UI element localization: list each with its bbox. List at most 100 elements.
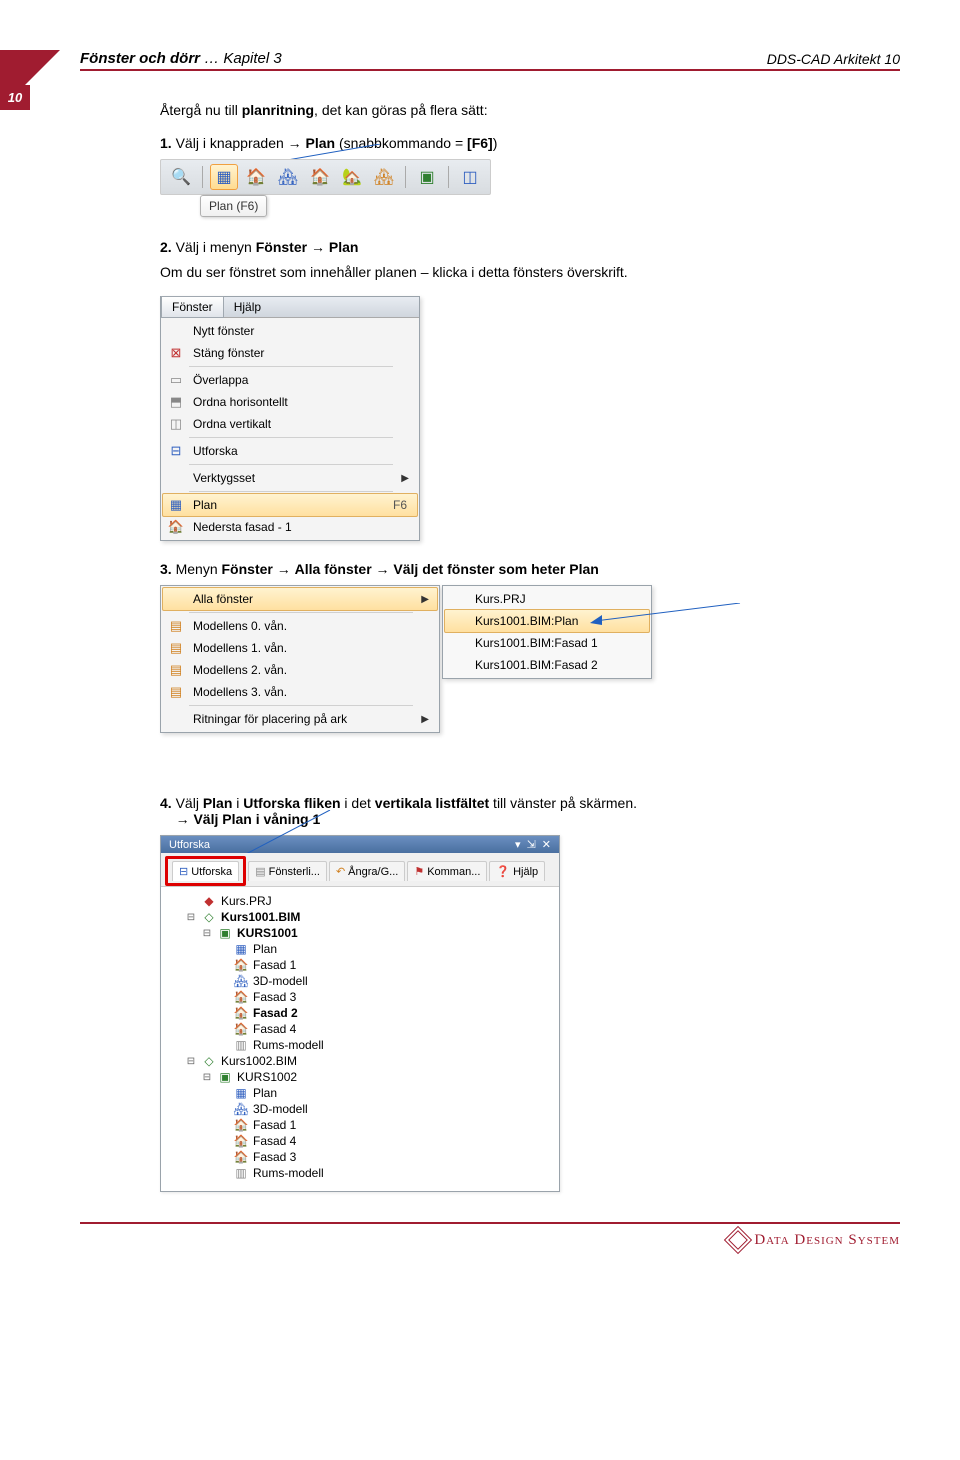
menu-item[interactable]: ▤Modellens 3. vån. xyxy=(163,681,437,703)
tree-node-label: Kurs.PRJ xyxy=(221,894,272,908)
tree-node-label: Fasad 3 xyxy=(253,1150,296,1164)
menu-item[interactable]: Alla fönster▶ xyxy=(162,587,438,611)
tree-node-label: 3D-modell xyxy=(253,1102,308,1116)
toolbar-house1-icon[interactable]: 🏠 xyxy=(242,164,270,190)
menu-item-label: Kurs1001.BIM:Fasad 1 xyxy=(475,636,645,650)
toolbar-house5-icon[interactable]: 🏘 xyxy=(370,164,398,190)
menu-item-icon: ▤ xyxy=(167,684,185,700)
menu-item-icon xyxy=(449,657,467,673)
tree-row[interactable]: 🏠Fasad 1 xyxy=(169,957,555,973)
cascade-right-menu: Kurs.PRJKurs1001.BIM:Plan Kurs1001.BIM:Fa… xyxy=(442,585,652,679)
tree-node-label: Fasad 2 xyxy=(253,1006,298,1020)
toolbar-house4-icon[interactable]: 🏡 xyxy=(338,164,366,190)
menu-item-label: Ritningar för placering på ark xyxy=(193,712,413,726)
menu-item-icon: ▭ xyxy=(167,372,185,388)
menu-item[interactable]: Verktygsset▶ xyxy=(163,467,417,489)
tree-row[interactable]: ▦Plan xyxy=(169,941,555,957)
tree-node-icon: ▥ xyxy=(233,1038,249,1052)
explorer-titlebar: Utforska ▾ ⇲ ✕ xyxy=(161,836,559,853)
menu-item[interactable]: Ritningar för placering på ark▶ xyxy=(163,708,437,730)
menu-item[interactable]: Kurs1001.BIM:Plan xyxy=(444,609,650,633)
toolbar-layers-icon[interactable]: ▣ xyxy=(413,164,441,190)
toolbar-plan-button[interactable]: ▦ xyxy=(210,164,238,190)
menu-item[interactable]: ▤Modellens 1. vån. xyxy=(163,637,437,659)
toolbar-separator xyxy=(202,166,203,188)
tree-row[interactable]: ⊟ ▣ KURS1002 xyxy=(169,1069,555,1085)
tree-row[interactable]: ▥Rums-modell xyxy=(169,1165,555,1181)
tree-row[interactable]: 🏠Fasad 3 xyxy=(169,989,555,1005)
undo-icon: ↶ xyxy=(336,865,345,878)
toolbar-house2-icon[interactable]: 🏘 xyxy=(274,164,302,190)
menu-item-label: Nytt fönster xyxy=(193,324,413,338)
menu-item-label: Verktygsset xyxy=(193,471,393,485)
pin-icon[interactable]: ▾ xyxy=(515,838,521,851)
tree-node-label: 3D-modell xyxy=(253,974,308,988)
tab-utforska[interactable]: ⊟Utforska xyxy=(172,861,239,881)
help-icon: ❓ xyxy=(496,865,510,878)
menu-item[interactable]: ▤Modellens 2. vån. xyxy=(163,659,437,681)
menubar-fonster[interactable]: Fönster xyxy=(161,296,224,318)
tree-node-icon: 🏠 xyxy=(233,1150,249,1164)
tree-row[interactable]: 🏠Fasad 2 xyxy=(169,1005,555,1021)
tab-komman[interactable]: ⚑Komman... xyxy=(407,861,487,881)
tree-row[interactable]: ▦Plan xyxy=(169,1085,555,1101)
menu-item-icon xyxy=(449,635,467,651)
tree-row[interactable]: ◆Kurs.PRJ xyxy=(169,893,555,909)
tree-toggle-icon[interactable]: ⊟ xyxy=(185,1056,197,1067)
menu-item-label: Nedersta fasad - 1 xyxy=(193,520,413,534)
tree-row[interactable]: 🏠Fasad 1 xyxy=(169,1117,555,1133)
menu-item[interactable]: ⊟Utforska xyxy=(163,440,417,462)
tree-node-label: KURS1002 xyxy=(237,1070,297,1084)
menu-item-icon xyxy=(167,323,185,339)
tab-hjalp[interactable]: ❓Hjälp xyxy=(489,861,545,881)
menu-item[interactable]: Kurs1001.BIM:Fasad 1 xyxy=(445,632,649,654)
menu-item[interactable]: Kurs.PRJ xyxy=(445,588,649,610)
tree-row[interactable]: ⊟◇Kurs1001.BIM xyxy=(169,909,555,925)
menu-item[interactable]: ◫Ordna vertikalt xyxy=(163,413,417,435)
tree-row[interactable]: ⊟◇Kurs1002.BIM xyxy=(169,1053,555,1069)
menu-item[interactable]: ⊠Stäng fönster xyxy=(163,342,417,364)
menu-item[interactable]: Nytt fönster xyxy=(163,320,417,342)
menu-item-icon xyxy=(167,711,185,727)
explorer-tree: ◆Kurs.PRJ⊟◇Kurs1001.BIM⊟▣KURS1001▦Plan🏠F… xyxy=(161,887,559,1191)
menu-item[interactable]: ▦PlanF6 xyxy=(162,493,418,517)
menu-item-icon xyxy=(167,470,185,486)
tree-node-icon: ▦ xyxy=(233,1086,249,1100)
tree-row[interactable]: 🏠Fasad 4 xyxy=(169,1021,555,1037)
menu-item[interactable]: Kurs1001.BIM:Fasad 2 xyxy=(445,654,649,676)
menu-item[interactable]: 🏠Nedersta fasad - 1 xyxy=(163,516,417,538)
menu-item-label: Ordna horisontellt xyxy=(193,395,413,409)
menu-fonster-screenshot: Fönster Hjälp Nytt fönster ⊠Stäng fönster… xyxy=(160,296,420,541)
tree-node-label: Fasad 4 xyxy=(253,1022,296,1036)
tree-row[interactable]: ⊟▣KURS1001 xyxy=(169,925,555,941)
tree-row[interactable]: 🏘3D-modell xyxy=(169,973,555,989)
step-1: 1. Välj i knappraden → Plan (snabbkomman… xyxy=(160,135,900,151)
header-title-bold: Fönster och dörr xyxy=(80,50,200,67)
tree-toggle-icon[interactable]: ⊟ xyxy=(185,912,197,923)
toolbar-window-icon[interactable]: ◫ xyxy=(456,164,484,190)
step-2: 2. Välj i menyn Fönster → Plan xyxy=(160,239,900,255)
tab-fonsterli[interactable]: ▤Fönsterli... xyxy=(248,861,327,881)
toolbar-separator xyxy=(405,166,406,188)
tree-row[interactable]: 🏠 Fasad 3 xyxy=(169,1149,555,1165)
menu-item-label: Modellens 0. vån. xyxy=(193,619,433,633)
tree-row[interactable]: 🏠Fasad 4 xyxy=(169,1133,555,1149)
tree-row[interactable]: 🏘3D-modell xyxy=(169,1101,555,1117)
menubar-hjalp[interactable]: Hjälp xyxy=(224,297,271,317)
menu-item-label: Utforska xyxy=(193,444,413,458)
menu-item[interactable]: ⬒Ordna horisontellt xyxy=(163,391,417,413)
menu-item-icon xyxy=(449,613,467,629)
toolbar-search-icon[interactable]: 🔍 xyxy=(167,164,195,190)
toolbar-house3-icon[interactable]: 🏠 xyxy=(306,164,334,190)
pushpin-icon[interactable]: ⇲ xyxy=(527,838,536,851)
tree-node-label: Fasad 1 xyxy=(253,1118,296,1132)
close-icon[interactable]: ✕ xyxy=(542,838,551,851)
tree-toggle-icon[interactable]: ⊟ xyxy=(201,928,213,939)
tree-node-icon: ▣ xyxy=(217,1070,233,1084)
tree-row[interactable]: ▥Rums-modell xyxy=(169,1037,555,1053)
menu-item[interactable]: ▭Överlappa xyxy=(163,369,417,391)
menu-item-icon: ⊠ xyxy=(167,345,185,361)
menu-item[interactable]: ▤Modellens 0. vån. xyxy=(163,615,437,637)
tab-angra[interactable]: ↶Ångra/G... xyxy=(329,861,405,881)
tree-toggle-icon[interactable]: ⊟ xyxy=(201,1072,213,1083)
